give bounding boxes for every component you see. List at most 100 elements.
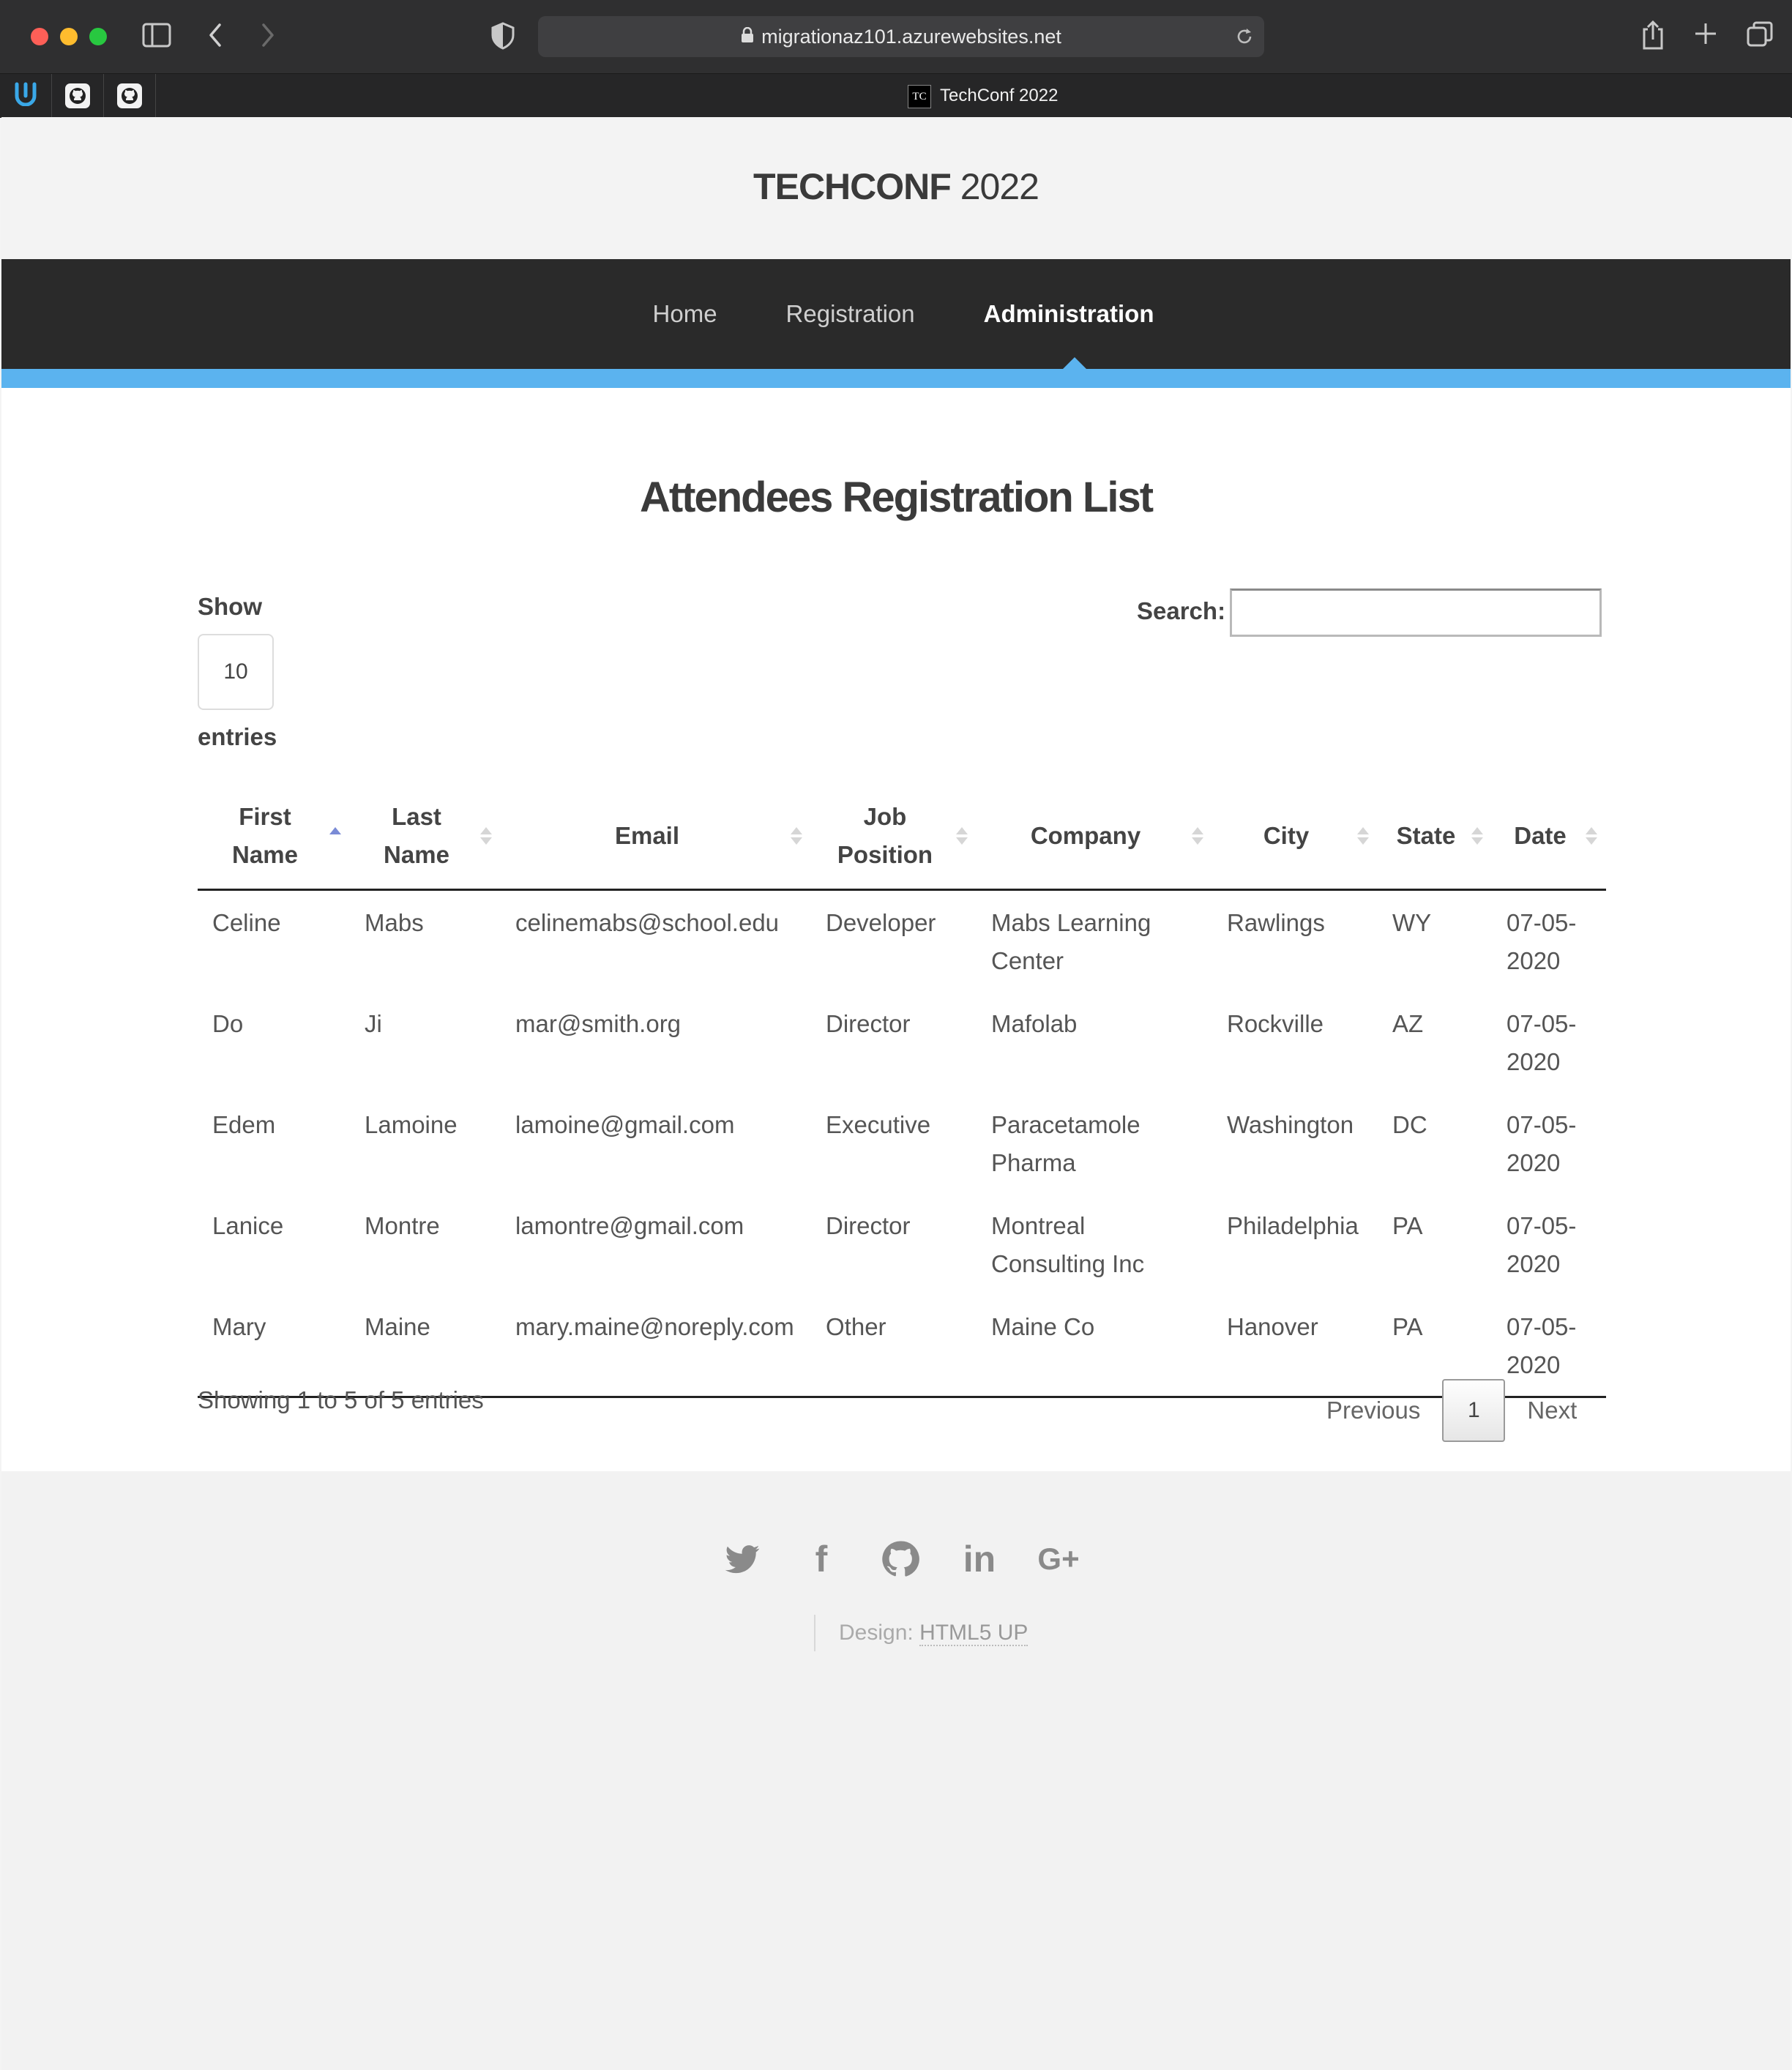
table-body: Celine Mabs celinemabs@school.edu Developer… [198,890,1606,1397]
column-header-label: Job Position [837,803,933,868]
active-tab[interactable]: TC TechConf 2022 [908,84,1058,108]
pinned-tab-github-1[interactable] [52,74,104,118]
nav-registration[interactable]: Registration [786,300,915,328]
social-links: f in G+ [1,1539,1791,1580]
column-header[interactable]: City [1212,783,1378,890]
table-cell: Philadelphia [1227,1212,1359,1239]
table-row: Do Ji mar@smith.org Director Mafolab Rockvill… [198,992,1606,1093]
column-header[interactable]: State [1378,783,1492,890]
linkedin-icon[interactable]: in [959,1539,1000,1580]
twitter-icon[interactable] [722,1539,763,1580]
page-1-button[interactable]: 1 [1442,1379,1506,1442]
table-cell: Ji [365,1010,382,1037]
pagination: Previous 1 Next [1304,1378,1599,1443]
table-cell: Edem [212,1111,276,1138]
column-header-label: Date [1514,822,1567,849]
attendees-table: First Name Last Name Email Job Position Comp… [198,783,1606,1398]
site-favicon: TC [908,84,931,108]
table-row: Lanice Montre lamontre@gmail.com Director Mo… [198,1194,1606,1295]
table-row: Edem Lamoine lamoine@gmail.com Executive Par… [198,1093,1606,1194]
lock-icon [741,18,754,59]
column-header[interactable]: First Name [198,783,350,890]
table-cell: Rockville [1227,1010,1324,1037]
nav-home[interactable]: Home [653,300,717,328]
column-header[interactable]: Date [1492,783,1606,890]
table-cell: Montre [365,1212,440,1239]
github-icon[interactable] [880,1539,921,1580]
table-cell: mary.maine@noreply.com [515,1313,794,1340]
udacity-icon [12,80,39,113]
active-nav-indicator [1063,357,1086,369]
table-cell: mar@smith.org [515,1010,682,1037]
privacy-shield-icon[interactable] [490,22,515,56]
sort-icon [480,827,492,845]
column-header[interactable]: Email [501,783,811,890]
table-info: Showing 1 to 5 of 5 entries [198,1386,484,1413]
address-bar[interactable]: migrationaz101.azurewebsites.net [538,16,1264,57]
close-window-button[interactable] [31,28,48,45]
pinned-tab-udacity[interactable] [0,74,52,118]
table-cell: 07-05-2020 [1507,909,1577,974]
table-cell: celinemabs@school.edu [515,909,780,936]
column-header-label: First Name [232,803,298,868]
nav-administration[interactable]: Administration [984,300,1154,328]
github-icon [65,83,90,108]
page-length-select[interactable]: 10 [198,634,274,710]
table-cell: Rawlings [1227,909,1325,936]
table-header-row: First Name Last Name Email Job Position Comp… [198,783,1606,890]
column-header-label: City [1263,822,1310,849]
google-plus-icon[interactable]: G+ [1037,1539,1079,1580]
table-cell: lamontre@gmail.com [515,1212,744,1239]
tab-strip: TC TechConf 2022 [0,73,1792,118]
table-cell: Mabs Learning Center [991,909,1151,974]
pinned-tab-github-2[interactable] [104,74,156,118]
table-cell: Other [826,1313,886,1340]
table-cell: Mary [212,1313,266,1340]
new-tab-icon[interactable] [1692,20,1719,53]
back-icon[interactable] [205,20,227,56]
table-cell: Maine Co [991,1313,1095,1340]
column-header[interactable]: Last Name [350,783,501,890]
zoom-window-button[interactable] [89,28,107,45]
column-header-label: Email [614,822,680,849]
sort-icon [1192,827,1203,845]
column-header[interactable]: Company [977,783,1212,890]
table-cell: Developer [826,909,936,936]
share-icon[interactable] [1640,19,1666,57]
search-input[interactable] [1230,589,1602,637]
column-header-label: State [1396,822,1456,849]
main-content: Attendees Registration List Show 10 entr… [1,388,1791,1471]
table-cell: Celine [212,909,281,936]
column-header-label: Last Name [384,803,449,868]
site-logo[interactable]: TECHCONF 2022 [1,165,1791,208]
reload-icon[interactable] [1235,16,1254,60]
tab-overview-icon[interactable] [1745,20,1774,54]
sidebar-toggle-icon[interactable] [142,22,171,54]
column-header-label: Company [1030,822,1141,849]
design-credit: Design: HTML5 UP [814,1615,1028,1651]
page-title: Attendees Registration List [639,474,1154,521]
previous-page-button[interactable]: Previous [1304,1397,1442,1424]
html5up-link[interactable]: HTML5 UP [919,1621,1028,1646]
web-page: TECHCONF 2022 Home Registration Administra… [1,117,1791,2070]
column-header[interactable]: Job Position [811,783,977,890]
sort-ascending-icon [329,827,341,845]
facebook-icon[interactable]: f [801,1539,842,1580]
table-cell: 07-05-2020 [1507,1010,1577,1075]
table-cell: DC [1392,1111,1427,1138]
forward-icon[interactable] [256,20,278,56]
table-cell: WY [1392,909,1432,936]
table-cell: PA [1392,1212,1423,1239]
github-icon [117,83,142,108]
table-cell: Executive [826,1111,931,1138]
next-page-button[interactable]: Next [1505,1397,1599,1424]
table-cell: Mabs [365,909,424,936]
table-cell: Washington [1227,1111,1354,1138]
table-cell: 07-05-2020 [1507,1212,1577,1277]
table-cell: Maine [365,1313,430,1340]
tab-title-text: TechConf 2022 [940,86,1059,105]
minimize-window-button[interactable] [60,28,78,45]
table-cell: Mafolab [991,1010,1078,1037]
table-cell: Lanice [212,1212,284,1239]
sort-icon [1471,827,1483,845]
